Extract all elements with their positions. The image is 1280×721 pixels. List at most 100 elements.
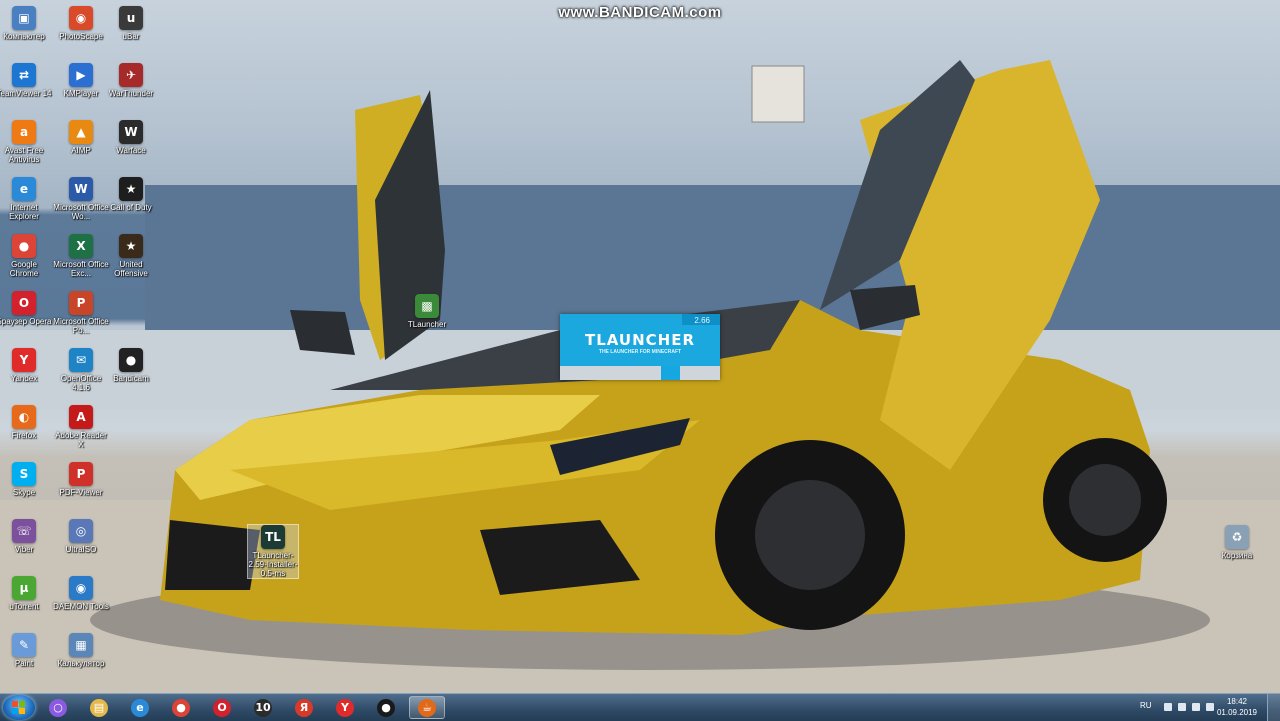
united-offensive-icon: ★ bbox=[119, 234, 143, 258]
desktop-icon-label: OpenOffice 4.1.6 bbox=[60, 374, 102, 392]
desktop-icon-photoscape[interactable]: ◉ PhotoScape bbox=[53, 6, 109, 41]
desktop-icon-avast[interactable]: a Avast Free Antivirus bbox=[0, 120, 52, 164]
windows-logo-icon bbox=[12, 701, 26, 714]
desktop-icon-label: Калькулятор bbox=[57, 659, 105, 668]
java-icon: ☕ bbox=[418, 698, 436, 717]
taskbar-cortana-button[interactable]: ○ bbox=[40, 696, 76, 719]
powerpoint-icon: P bbox=[69, 291, 93, 315]
skype-icon: S bbox=[12, 462, 36, 486]
firefox-icon: ◐ bbox=[12, 405, 36, 429]
bandicam-icon: ● bbox=[119, 348, 143, 372]
desktop-icon-pdf-viewer[interactable]: P PDF-Viewer bbox=[53, 462, 109, 497]
desktop-icon-label: Bandicam bbox=[113, 374, 149, 383]
desktop-icon-label: Call of Duty bbox=[110, 203, 152, 212]
taskbar-java-button[interactable]: ☕ bbox=[409, 696, 445, 719]
desktop-icon-label: Paint bbox=[14, 659, 34, 668]
taskbar: ○ ▤ e ● O 10 Я Y ● ☕ RU 18:42 01.09.2019 bbox=[0, 693, 1280, 721]
splash-version: 2.66 bbox=[694, 316, 710, 325]
splash-progress-bar bbox=[560, 366, 720, 380]
desktop-icon-united-offensive[interactable]: ★ United Offensive bbox=[103, 234, 159, 278]
desktop-icon-word[interactable]: W Microsoft Office Wo... bbox=[53, 177, 109, 221]
desktop-icon-label: UltraISO bbox=[65, 545, 97, 554]
system-tray: RU 18:42 01.09.2019 bbox=[1120, 694, 1280, 721]
desktop-icon-tlauncher[interactable]: ▩ TLauncher bbox=[399, 294, 455, 329]
call-of-duty-icon: ★ bbox=[119, 177, 143, 201]
desktop-icon-opera[interactable]: O Браузер Opera bbox=[0, 291, 52, 326]
taskbar-yandex-browser-button[interactable]: Я bbox=[286, 696, 322, 719]
desktop-icon-recycle-bin[interactable]: ♻ Корзина bbox=[1209, 525, 1265, 560]
desktop-icon-computer[interactable]: ▣ Компьютер bbox=[0, 6, 52, 41]
desktop-icon-yandex[interactable]: Y Yandex bbox=[0, 348, 52, 383]
yandex-icon: Y bbox=[336, 698, 354, 717]
computer-icon: ▣ bbox=[12, 6, 36, 30]
chrome-icon: ● bbox=[12, 234, 36, 258]
tlauncher-installer-icon: TL bbox=[261, 525, 285, 549]
desktop-icon-label: TeamViewer 14 bbox=[0, 89, 52, 98]
clock-date: 01.09.2019 bbox=[1216, 708, 1258, 717]
desktop-icon-aimp[interactable]: ▲ AIMP bbox=[53, 120, 109, 155]
desktop-icon-label: PhotoScape bbox=[59, 32, 103, 41]
taskbar-bandicam-button[interactable]: ● bbox=[368, 696, 404, 719]
tray-arrow-icon[interactable] bbox=[1164, 703, 1172, 711]
desktop-icon-call-of-duty[interactable]: ★ Call of Duty bbox=[103, 177, 159, 212]
desktop-icon-daemon-tools[interactable]: ◉ DAEMON Tools bbox=[53, 576, 109, 611]
daemon-tools-icon: ◉ bbox=[69, 576, 93, 600]
pdf-viewer-icon: P bbox=[69, 462, 93, 486]
taskbar-opera-button[interactable]: O bbox=[204, 696, 240, 719]
show-desktop-button[interactable] bbox=[1267, 694, 1280, 721]
desktop-icon-openoffice[interactable]: ✉ OpenOffice 4.1.6 bbox=[53, 348, 109, 392]
desktop-icon-warface[interactable]: W Warface bbox=[103, 120, 159, 155]
desktop-icon-firefox[interactable]: ◐ Firefox bbox=[0, 405, 52, 440]
tray-flag-icon[interactable] bbox=[1178, 703, 1186, 711]
desktop-icon-label: Firefox bbox=[11, 431, 37, 440]
desktop-icon-excel[interactable]: X Microsoft Office Exc... bbox=[53, 234, 109, 278]
taskbar-file-explorer-button[interactable]: ▤ bbox=[81, 696, 117, 719]
desktop-icon-internet-explorer[interactable]: e Internet Explorer bbox=[0, 177, 52, 221]
tray-network-icon[interactable] bbox=[1192, 703, 1200, 711]
aimp-icon: ▲ bbox=[69, 120, 93, 144]
taskbar-internet-explorer-button[interactable]: e bbox=[122, 696, 158, 719]
app-10-icon: 10 bbox=[254, 698, 272, 717]
desktop-icon-viber[interactable]: ☏ Viber bbox=[0, 519, 52, 554]
desktop-icon-adobe-reader[interactable]: A Adobe Reader X bbox=[53, 405, 109, 449]
desktop-icon-calculator[interactable]: ▦ Калькулятор bbox=[53, 633, 109, 668]
opera-icon: O bbox=[12, 291, 36, 315]
desktop-icon-label: Warface bbox=[116, 146, 146, 155]
paint-icon: ✎ bbox=[12, 633, 36, 657]
desktop-icon-ultraiso[interactable]: ◎ UltraISO bbox=[53, 519, 109, 554]
desktop-icon-powerpoint[interactable]: P Microsoft Office Po... bbox=[53, 291, 109, 335]
desktop-icon-teamviewer[interactable]: ⇄ TeamViewer 14 bbox=[0, 63, 52, 98]
desktop-icon-label: United Offensive bbox=[114, 260, 148, 278]
splash-subtitle: THE LAUNCHER FOR MINECRAFT bbox=[598, 349, 682, 355]
desktop-icon-utorrent[interactable]: μ uTorrent bbox=[0, 576, 52, 611]
desktop-icon-label: Microsoft Office Po... bbox=[53, 317, 109, 335]
calculator-icon: ▦ bbox=[69, 633, 93, 657]
cortana-icon: ○ bbox=[49, 698, 67, 717]
taskbar-yandex-button[interactable]: Y bbox=[327, 696, 363, 719]
desktop-icon-label: DAEMON Tools bbox=[53, 602, 109, 611]
desktop-icon-label: Yandex bbox=[10, 374, 38, 383]
desktop-icon-ubar[interactable]: u uBar bbox=[103, 6, 159, 41]
clock-time: 18:42 bbox=[1226, 697, 1248, 706]
internet-explorer-icon: e bbox=[131, 698, 149, 717]
desktop-icon-chrome[interactable]: ● Google Chrome bbox=[0, 234, 52, 278]
file-explorer-icon: ▤ bbox=[90, 698, 108, 717]
taskbar-app-10-button[interactable]: 10 bbox=[245, 696, 281, 719]
desktop-icon-paint[interactable]: ✎ Paint bbox=[0, 633, 52, 668]
clock[interactable]: 18:42 01.09.2019 bbox=[1212, 696, 1262, 718]
language-indicator[interactable]: RU bbox=[1140, 701, 1152, 710]
desktop-icon-label: uBar bbox=[122, 32, 140, 41]
desktop-icon-label: Adobe Reader X bbox=[55, 431, 107, 449]
desktop-icon-label: Internet Explorer bbox=[9, 203, 39, 221]
internet-explorer-icon: e bbox=[12, 177, 36, 201]
desktop-icon-bandicam[interactable]: ● Bandicam bbox=[103, 348, 159, 383]
desktop-icon-label: Google Chrome bbox=[9, 260, 39, 278]
desktop-icon-label: KMPlayer bbox=[63, 89, 99, 98]
desktop-icon-tlauncher-installer[interactable]: TL TLauncher-2.59-Installer-0.5-ms bbox=[247, 524, 299, 579]
taskbar-chrome-button[interactable]: ● bbox=[163, 696, 199, 719]
start-button[interactable] bbox=[3, 695, 35, 720]
desktop-icon-kmplayer[interactable]: ▶ KMPlayer bbox=[53, 63, 109, 98]
desktop-icon-label: uTorrent bbox=[9, 602, 39, 611]
desktop-icon-warthunder[interactable]: ✈ WarThunder bbox=[103, 63, 159, 98]
desktop-icon-skype[interactable]: S Skype bbox=[0, 462, 52, 497]
